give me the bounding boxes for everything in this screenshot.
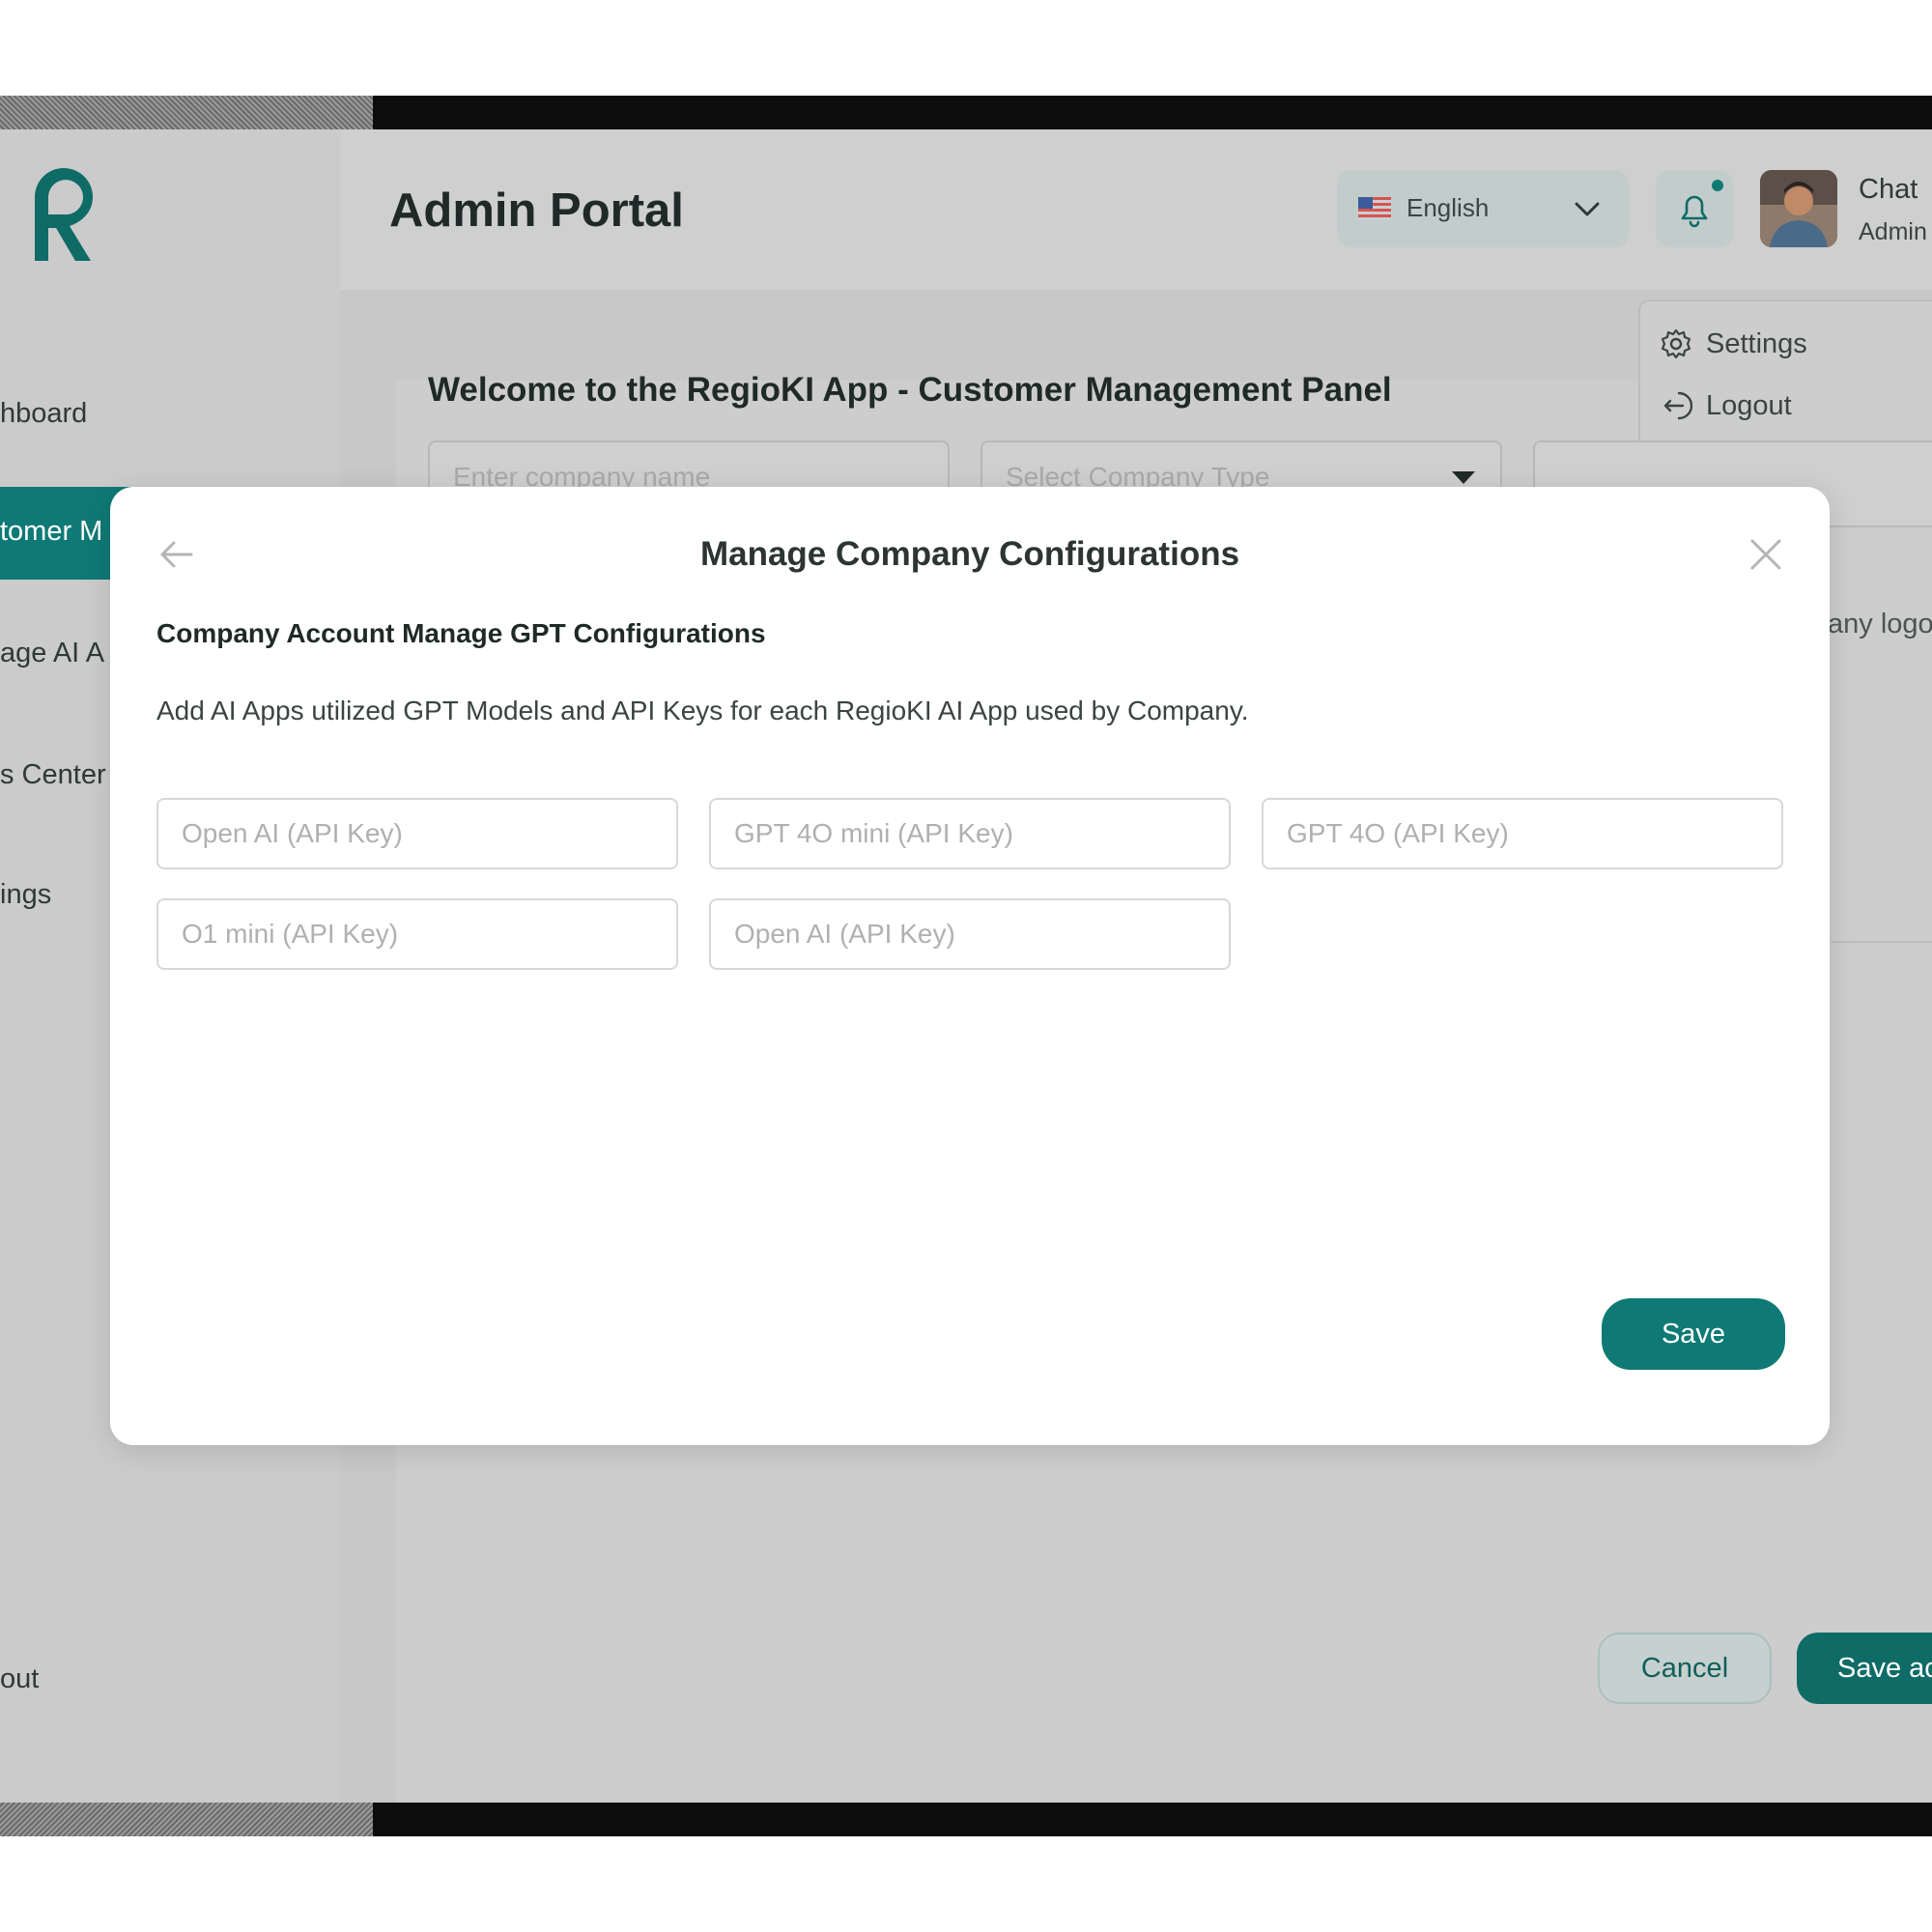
gpt-4o-api-key-input[interactable] [1262, 798, 1783, 869]
logo-icon [35, 168, 93, 261]
notification-dot [1712, 180, 1723, 191]
sidebar-item-manage-ai-apps[interactable]: age AI A [0, 638, 104, 676]
gpt-4o-mini-api-key-input[interactable] [709, 798, 1231, 869]
config-modal: Manage Company Configurations Company Ac… [110, 487, 1830, 1445]
modal-subtitle: Company Account Manage GPT Configuration… [156, 618, 766, 648]
bell-icon [1681, 195, 1708, 228]
open-ai-api-key-input-2[interactable] [709, 898, 1231, 970]
notifications-button[interactable] [1656, 170, 1733, 247]
welcome-heading: Welcome to the RegioKI App - Customer Ma… [428, 371, 1392, 409]
close-icon[interactable] [1748, 537, 1783, 572]
sidebar-item-access-center[interactable]: s Center [0, 759, 106, 798]
sidebar-item-dashboard[interactable]: hboard [0, 398, 87, 437]
avatar[interactable] [1760, 170, 1837, 247]
o1-mini-api-key-input[interactable] [156, 898, 678, 970]
user-role: Admin [1859, 218, 1927, 245]
open-ai-api-key-input[interactable] [156, 798, 678, 869]
menu-item-logout-label: Logout [1706, 389, 1792, 421]
company-logo-label: any logo [1828, 609, 1932, 639]
page: hboard tomer M age AI A s Center ings ou… [0, 0, 1932, 1932]
save-button[interactable]: Save [1602, 1298, 1785, 1370]
noise-strip-top [0, 96, 373, 129]
gear-icon [1661, 328, 1691, 359]
chevron-down-icon [1575, 202, 1600, 216]
menu-item-settings-label: Settings [1706, 327, 1807, 359]
noise-strip-bottom [0, 1803, 373, 1836]
cancel-button[interactable]: Cancel [1598, 1633, 1772, 1704]
modal-title: Manage Company Configurations [699, 535, 1240, 573]
divider [1832, 941, 1932, 943]
user-name: Chat [1859, 174, 1918, 205]
menu-item-settings[interactable]: Settings [1660, 323, 1807, 365]
menu-item-logout[interactable]: Logout [1660, 384, 1792, 427]
language-select[interactable]: English [1337, 170, 1629, 247]
page-title: Admin Portal [389, 185, 684, 237]
logout-icon [1663, 391, 1692, 420]
modal-description: Add AI Apps utilized GPT Models and API … [156, 696, 1249, 725]
caret-down-icon [1452, 471, 1475, 484]
sidebar-item-logout[interactable]: out [0, 1663, 39, 1702]
save-all-button[interactable]: Save ac [1797, 1633, 1932, 1704]
us-flag-icon [1358, 197, 1391, 220]
avatar-image [1760, 170, 1837, 247]
sidebar-item-settings[interactable]: ings [0, 879, 51, 918]
language-label: English [1406, 193, 1490, 222]
user-dropdown-menu: Settings Logout [1638, 299, 1932, 450]
